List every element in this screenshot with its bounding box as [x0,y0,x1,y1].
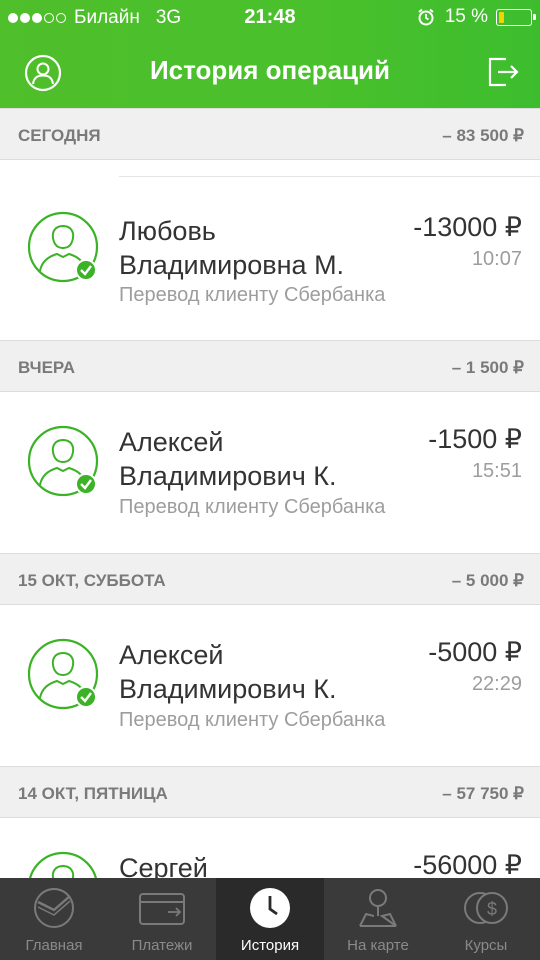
clock-icon [250,888,290,928]
tab-map[interactable]: На карте [324,878,432,960]
sberbank-logo-icon [34,888,74,928]
transaction-row[interactable]: Алексей Владимирович К. Перевод клиенту … [0,605,540,765]
exit-icon[interactable] [486,55,520,89]
tab-label: На карте [347,937,409,954]
status-right: 15 % [417,6,536,28]
recipient-name-first: Алексей [119,427,224,457]
section-header-yesterday: ВЧЕРА – 1 500 ₽ [0,340,540,392]
svg-text:$: $ [487,899,497,919]
section-date-label: ВЧЕРА [18,358,76,377]
battery-fill [499,11,504,23]
tab-payments[interactable]: Платежи [108,878,216,960]
section-header-oct-14: 14 ОКТ, ПЯТНИЦА – 57 750 ₽ [0,766,540,818]
section-total: – 5 000 ₽ [451,571,524,590]
transaction-description: Перевод клиенту Сбербанка [119,709,386,731]
tab-history[interactable]: История [216,878,324,960]
map-pin-icon [359,889,397,927]
user-avatar-icon [27,638,99,710]
recipient-name-last: Владимирович К. [119,674,337,704]
recipient-name-last: Владимирович К. [119,461,337,491]
bottom-tab-bar: Главная Платежи История На карте $ Курсы [0,878,540,960]
section-total: – 83 500 ₽ [442,126,524,145]
transaction-amount: -1500 ₽ [428,424,522,454]
recipient-name-last: Владимировна М. [119,250,345,280]
battery-icon [496,8,536,26]
payment-card-icon [139,893,185,925]
tab-label: Платежи [131,937,193,954]
tab-label: История [240,937,300,954]
currency-coins-icon: $ [464,892,508,924]
recipient-name-first: Алексей [119,640,224,670]
list-divider [119,176,540,177]
transaction-row[interactable]: Любовь Владимировна М. Перевод клиенту С… [0,182,540,342]
transaction-time: 15:51 [471,460,522,482]
page-title: История операций [149,55,391,85]
transaction-row[interactable]: Алексей Владимирович К. Перевод клиенту … [0,392,540,552]
transaction-description: Перевод клиенту Сбербанка [119,284,386,306]
tab-rates[interactable]: $ Курсы [432,878,540,960]
battery-percent: 15 % [444,6,488,27]
user-avatar-icon [27,425,99,497]
section-date-label: 14 ОКТ, ПЯТНИЦА [18,784,168,803]
transaction-time: 22:29 [471,673,522,695]
section-header-oct-15: 15 ОКТ, СУББОТА – 5 000 ₽ [0,553,540,605]
app-header: Билайн 3G 21:48 15 % История операций [0,0,540,108]
section-header-today: СЕГОДНЯ – 83 500 ₽ [0,108,540,160]
transaction-time: 10:07 [471,248,522,270]
alarm-icon [418,8,434,26]
section-total: – 1 500 ₽ [451,358,524,377]
section-date-label: 15 ОКТ, СУББОТА [18,571,166,590]
transaction-description: Перевод клиенту Сбербанка [119,496,386,518]
tab-label: Курсы [464,937,508,954]
tab-label: Главная [25,937,83,954]
transaction-amount: -56000 ₽ [413,850,522,880]
transaction-amount: -5000 ₽ [428,637,522,667]
section-date-label: СЕГОДНЯ [18,126,101,145]
recipient-name-first: Любовь [119,216,216,246]
tab-home[interactable]: Главная [0,878,108,960]
user-avatar-icon [27,211,99,283]
section-total: – 57 750 ₽ [442,784,524,803]
transaction-amount: -13000 ₽ [413,212,522,242]
status-bar: Билайн 3G 21:48 15 % [0,0,540,36]
